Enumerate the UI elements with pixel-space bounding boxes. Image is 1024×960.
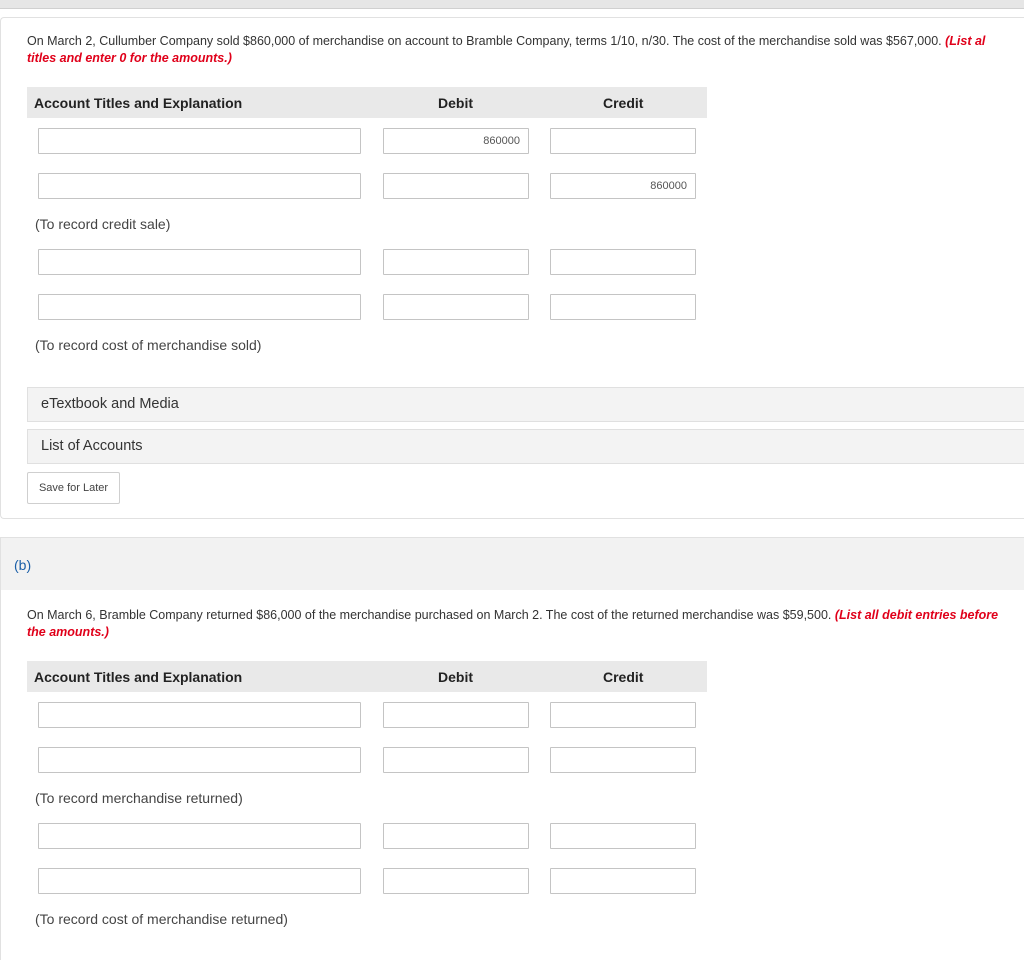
part-a-instruction: (List al xyxy=(945,34,986,48)
debit-input[interactable] xyxy=(383,747,529,773)
part-b-header xyxy=(0,537,1024,591)
account-input[interactable] xyxy=(38,702,361,728)
list-of-accounts-toggle[interactable]: List of Accounts xyxy=(27,429,1024,464)
debit-input[interactable] xyxy=(383,294,529,320)
debit-input[interactable] xyxy=(383,249,529,275)
credit-input[interactable] xyxy=(550,747,696,773)
account-input[interactable] xyxy=(38,249,361,275)
credit-input[interactable] xyxy=(550,249,696,275)
credit-input[interactable] xyxy=(550,868,696,894)
credit-input[interactable]: 860000 xyxy=(550,173,696,199)
list-of-accounts-label: List of Accounts xyxy=(41,438,143,454)
save-for-later-button[interactable]: Save for Later xyxy=(27,472,120,504)
account-input[interactable] xyxy=(38,823,361,849)
etextbook-media-toggle[interactable]: eTextbook and Media xyxy=(27,387,1024,422)
etextbook-media-label: eTextbook and Media xyxy=(41,396,179,412)
debit-input[interactable] xyxy=(383,823,529,849)
credit-input[interactable] xyxy=(550,823,696,849)
part-b-question: On March 6, Bramble Company returned $86… xyxy=(27,607,1024,641)
debit-column-header: Debit xyxy=(438,669,473,685)
entry-explanation: (To record cost of merchandise sold) xyxy=(35,337,262,353)
part-b-instruction: (List all debit entries before xyxy=(834,608,999,622)
account-input[interactable] xyxy=(38,868,361,894)
part-b-instruction-cont: the amounts.) xyxy=(27,625,109,639)
credit-input[interactable] xyxy=(550,128,696,154)
credit-input[interactable] xyxy=(550,702,696,728)
entry-explanation: (To record merchandise returned) xyxy=(35,790,243,806)
credit-column-header: Credit xyxy=(603,669,644,685)
top-bar xyxy=(0,0,1024,9)
debit-input[interactable] xyxy=(383,868,529,894)
debit-column-header: Debit xyxy=(438,95,473,111)
part-b-panel xyxy=(0,590,1024,960)
part-b-question-text: On March 6, Bramble Company returned $86… xyxy=(27,608,835,622)
account-column-header: Account Titles and Explanation xyxy=(34,95,243,111)
account-input[interactable] xyxy=(38,294,361,320)
debit-input[interactable] xyxy=(383,702,529,728)
part-a-question-text: On March 2, Cullumber Company sold $860,… xyxy=(27,34,946,48)
part-a-table-header: Account Titles and Explanation Debit Cre… xyxy=(27,87,707,118)
account-input[interactable] xyxy=(38,747,361,773)
part-b-table-header: Account Titles and Explanation Debit Cre… xyxy=(27,661,707,692)
credit-input[interactable] xyxy=(550,294,696,320)
debit-input[interactable]: 860000 xyxy=(383,128,529,154)
part-a-question: On March 2, Cullumber Company sold $860,… xyxy=(27,33,1024,67)
entry-explanation: (To record cost of merchandise returned) xyxy=(35,911,288,927)
part-b-label: (b) xyxy=(14,557,32,573)
debit-input[interactable] xyxy=(383,173,529,199)
account-input[interactable] xyxy=(38,173,361,199)
part-a-instruction-cont: titles and enter 0 for the amounts.) xyxy=(27,51,232,65)
account-column-header: Account Titles and Explanation xyxy=(34,669,243,685)
account-input[interactable] xyxy=(38,128,361,154)
credit-column-header: Credit xyxy=(603,95,644,111)
entry-explanation: (To record credit sale) xyxy=(35,216,171,232)
